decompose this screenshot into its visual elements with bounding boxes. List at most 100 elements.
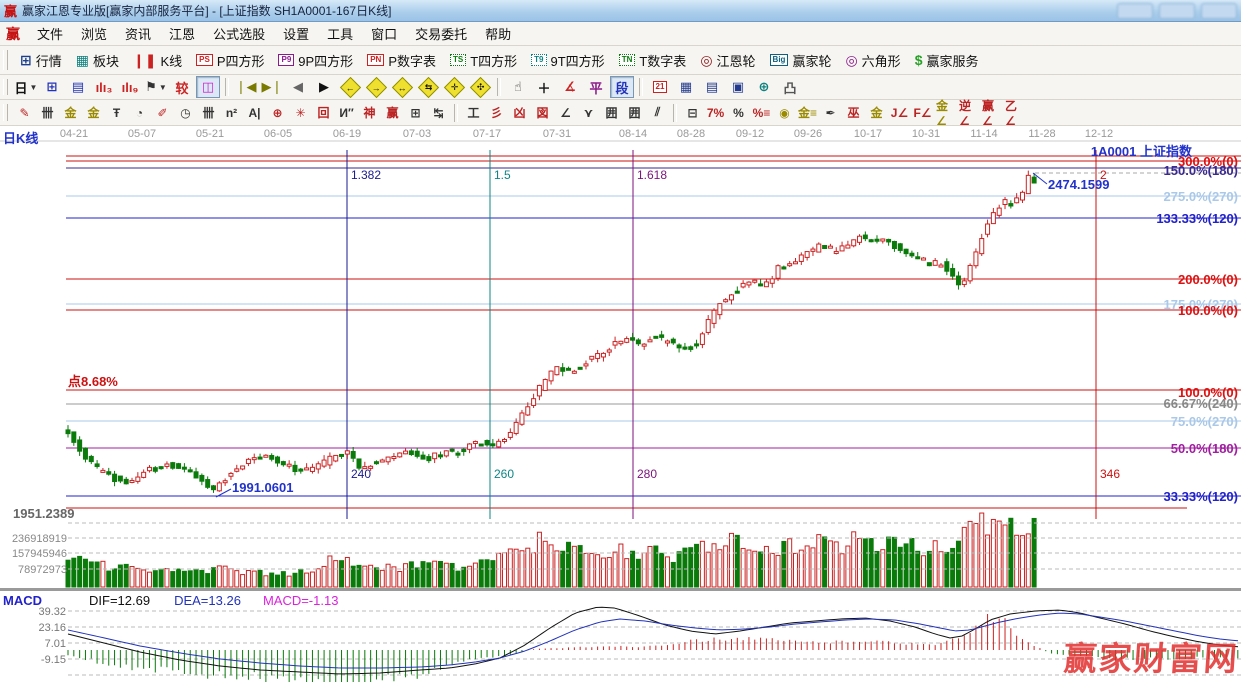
maximize-button[interactable] [1159, 3, 1195, 19]
price-grid-tool-button[interactable]: ⊞ [405, 102, 426, 123]
ray-fan-tool-button[interactable]: 彡 [486, 102, 507, 123]
gold-tool-button[interactable]: 金 [866, 102, 887, 123]
v-wave-tool-button[interactable]: ⋎ [578, 102, 599, 123]
hand-tool-button[interactable]: ☝ [506, 76, 530, 98]
wu-channel-tool-button[interactable]: 巫 [843, 102, 864, 123]
angle-measure-button[interactable]: ∡ [558, 76, 582, 98]
j-angle-tool-button[interactable]: J∠ [889, 102, 910, 123]
web-button[interactable]: ⊕ [752, 76, 776, 98]
period-day-button-dropdown-icon[interactable]: ▼ [30, 83, 38, 92]
color-chart-button[interactable]: ◫ [196, 76, 220, 98]
sectors-button[interactable]: ▦板块 [69, 49, 126, 72]
gann-box-tool-2-button[interactable]: 囲 [624, 102, 645, 123]
circle-cross-tool-button[interactable]: ⊕ [267, 102, 288, 123]
shrink-x-diamond-button[interactable]: ← [338, 76, 362, 98]
bars-9-button[interactable]: ılı₉ [118, 76, 142, 98]
bars-3-button[interactable]: ılı₃ [92, 76, 116, 98]
seven-percent-tool-button[interactable]: 7% [705, 102, 726, 123]
kline-chart[interactable]: 日K线 1A0001 上证指数 04-2105-0705-2106-0506-1… [0, 126, 1241, 682]
parallel-lines-tool-button[interactable]: ⫽ [647, 102, 668, 123]
menu-设置[interactable]: 设置 [274, 25, 318, 44]
grid-lines-tool-button[interactable]: 卌 [37, 102, 58, 123]
percent-levels-tool-button[interactable]: %≡ [751, 102, 772, 123]
spiral-tool-button[interactable]: ◔ [129, 102, 150, 123]
info-f10-button[interactable]: ▤ [66, 76, 90, 98]
square-spiral-tool-button[interactable]: 回 [313, 102, 334, 123]
period-day-button[interactable]: 日▼ [14, 76, 38, 98]
time-clock-tool-button[interactable]: ◷ [175, 102, 196, 123]
first-page-button[interactable]: ❘◀ [234, 76, 258, 98]
t-square-button[interactable]: TST四方形 [443, 49, 524, 72]
print-button[interactable]: 凸 [778, 76, 802, 98]
cross-diamond-button[interactable]: ✛ [442, 76, 466, 98]
chart-window-button[interactable]: ⊞ [40, 76, 64, 98]
gold-grid-tool-2-button[interactable]: 金 [83, 102, 104, 123]
t-number-table-button[interactable]: TNT数字表 [612, 49, 694, 72]
star-cycle-tool-button[interactable]: ✳ [290, 102, 311, 123]
red-pen-tool-button[interactable]: ✐ [152, 102, 173, 123]
full-diamond-button[interactable]: ✣ [468, 76, 492, 98]
p-number-table-button[interactable]: PNP数字表 [360, 49, 443, 72]
hexagon-button[interactable]: ◎六角形 [838, 49, 907, 72]
gann-wheel-button[interactable]: ◎江恩轮 [693, 49, 762, 72]
save-button[interactable]: ▣ [726, 76, 750, 98]
menu-帮助[interactable]: 帮助 [476, 25, 520, 44]
9p-square-button[interactable]: P99P四方形 [271, 49, 360, 72]
winner-wheel-button[interactable]: Big赢家轮 [763, 49, 839, 72]
angle-a-tool-button[interactable]: A| [244, 102, 265, 123]
flag-button[interactable]: ⚑▼ [144, 76, 168, 98]
yi-angle-tool-button[interactable]: 乙∠ [1004, 102, 1025, 123]
ying-tool-button[interactable]: 赢 [382, 102, 403, 123]
level-table-tool-button[interactable]: ⊟ [682, 102, 703, 123]
winner-service-button[interactable]: $赢家服务 [908, 49, 986, 72]
crosshair-tool-button[interactable]: ＋ [532, 76, 556, 98]
menu-工具[interactable]: 工具 [318, 25, 362, 44]
span-tool-button[interactable]: ↹ [428, 102, 449, 123]
draw-line-button[interactable]: 段 [610, 76, 634, 98]
n-square-tool-button[interactable]: n² [221, 102, 242, 123]
compress-diamond-button[interactable]: ⇆ [416, 76, 440, 98]
prev-button[interactable]: ◀ [286, 76, 310, 98]
gold-levels-tool-button[interactable]: 金≡ [797, 102, 818, 123]
expand-diamond-button[interactable]: ↔ [390, 76, 414, 98]
text-note-button[interactable]: 平 [584, 76, 608, 98]
kline-button[interactable]: ❙❚K线 [126, 49, 189, 72]
gold-angle-tool-button[interactable]: 金∠ [935, 102, 956, 123]
f-angle-tool-button[interactable]: F∠ [912, 102, 933, 123]
menu-公式选股[interactable]: 公式选股 [204, 25, 274, 44]
compare-button[interactable]: 较 [170, 76, 194, 98]
menu-窗口[interactable]: 窗口 [362, 25, 406, 44]
gold-circle-tool-button[interactable]: ◉ [774, 102, 795, 123]
angle-line-tool-button[interactable]: ∠ [555, 102, 576, 123]
next-button[interactable]: ▶ [312, 76, 336, 98]
calculator-button[interactable]: ▦ [674, 76, 698, 98]
ink-pen-tool-button[interactable]: ✒ [820, 102, 841, 123]
notes-button[interactable]: ▤ [700, 76, 724, 98]
ni-angle-tool-button[interactable]: 逆∠ [958, 102, 979, 123]
flag-button-dropdown-icon[interactable]: ▼ [159, 83, 167, 92]
calendar-button[interactable]: 21 [648, 76, 672, 98]
shen-tool-button[interactable]: 神 [359, 102, 380, 123]
quotes-button[interactable]: ⊞行情 [13, 49, 69, 72]
minimize-button[interactable] [1117, 3, 1153, 19]
fan-box-tool-button[interactable]: 凶 [509, 102, 530, 123]
menu-浏览[interactable]: 浏览 [72, 25, 116, 44]
frame-tool-button[interactable]: 工 [463, 102, 484, 123]
p-square-button[interactable]: PSP四方形 [189, 49, 271, 72]
pencil-tool-button[interactable]: ✎ [14, 102, 35, 123]
tick-lines-tool-button[interactable]: 卌 [198, 102, 219, 123]
menu-交易委托[interactable]: 交易委托 [406, 25, 476, 44]
fan-grid-tool-button[interactable]: 図 [532, 102, 553, 123]
gold-grid-tool-1-button[interactable]: 金 [60, 102, 81, 123]
9t-square-button[interactable]: T99T四方形 [524, 49, 612, 72]
percent-tool-button[interactable]: % [728, 102, 749, 123]
ying-angle-tool-button[interactable]: 赢∠ [981, 102, 1002, 123]
close-button[interactable] [1201, 3, 1237, 19]
menu-江恩[interactable]: 江恩 [160, 25, 204, 44]
menu-文件[interactable]: 文件 [28, 25, 72, 44]
last-page-button[interactable]: ▶❘ [260, 76, 284, 98]
f-grid-tool-button[interactable]: Ŧ [106, 102, 127, 123]
zigzag-tool-button[interactable]: И″ [336, 102, 357, 123]
menu-资讯[interactable]: 资讯 [116, 25, 160, 44]
gann-box-tool-1-button[interactable]: 囲 [601, 102, 622, 123]
